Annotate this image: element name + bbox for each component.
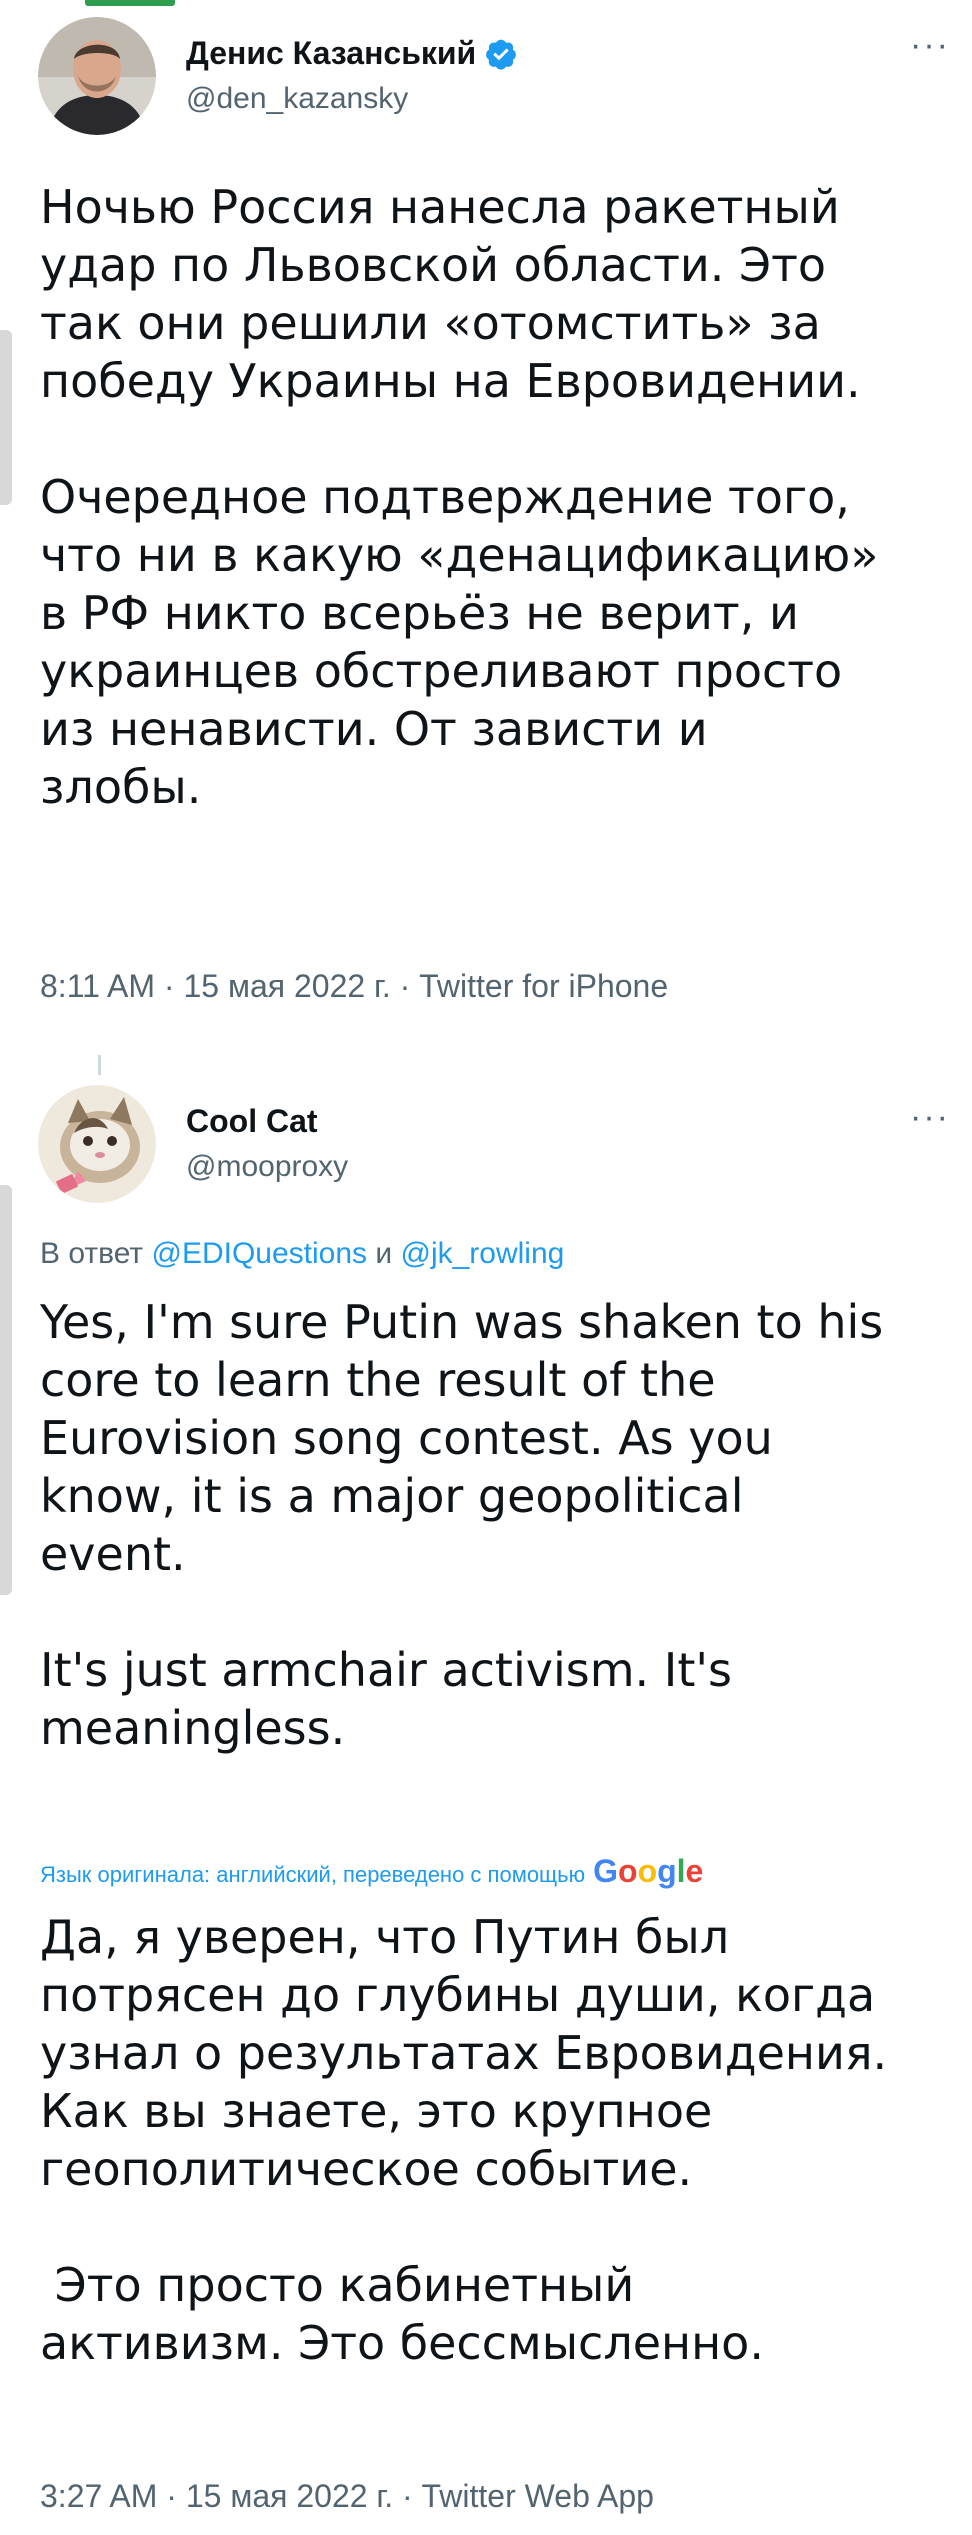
tweet-meta: 8:11 AM · 15 мая 2022 г. · Twitter for i… [40,968,669,1004]
more-icon[interactable]: ··· [910,1100,950,1134]
cat-avatar-icon [38,1085,156,1203]
tweet-meta: 3:27 AM · 15 мая 2022 г. · Twitter Web A… [40,2478,654,2514]
author-name[interactable]: Денис Казанський [186,35,476,72]
reply-to-line: В ответ @EDIQuestions и @jk_rowling [40,1237,564,1271]
author-name[interactable]: Cool Cat [186,1103,318,1140]
reply-prefix: В ответ [40,1237,144,1270]
tweet-text-translation: Да, я уверен, что Путин был потрясен до … [40,1910,888,2370]
tweet-main[interactable]: Денис Казанський @den_kazansky ··· Ночью… [0,0,972,1030]
author-handle[interactable]: @mooproxy [186,1150,348,1184]
verified-badge-icon [486,39,517,70]
avatar-coolcat[interactable] [38,1085,156,1203]
author-row: Денис Казанський [186,35,518,72]
tweet-text-original: Yes, I'm sure Putin was shaken to his co… [40,1295,884,1755]
mention-ediquestions[interactable]: @EDIQuestions [151,1237,367,1270]
mention-jk-rowling[interactable]: @jk_rowling [400,1237,564,1270]
translation-note-text: Язык оригинала: английский, переведено с… [40,1862,586,1887]
reply-and: и [375,1237,393,1270]
tweet-text: Ночью Россия нанесла ракетный удар по Ль… [40,180,879,814]
author-row: Cool Cat [186,1103,318,1140]
avatar-photo-icon [38,17,156,135]
avatar-denis[interactable] [38,17,156,135]
author-handle[interactable]: @den_kazansky [186,82,408,116]
more-icon[interactable]: ··· [910,28,950,62]
google-logo: Google [593,1853,704,1889]
translation-note[interactable]: Язык оригинала: английский, переведено с… [40,1853,703,1890]
twitter-screenshot: Денис Казанський @den_kazansky ··· Ночью… [0,0,972,2535]
